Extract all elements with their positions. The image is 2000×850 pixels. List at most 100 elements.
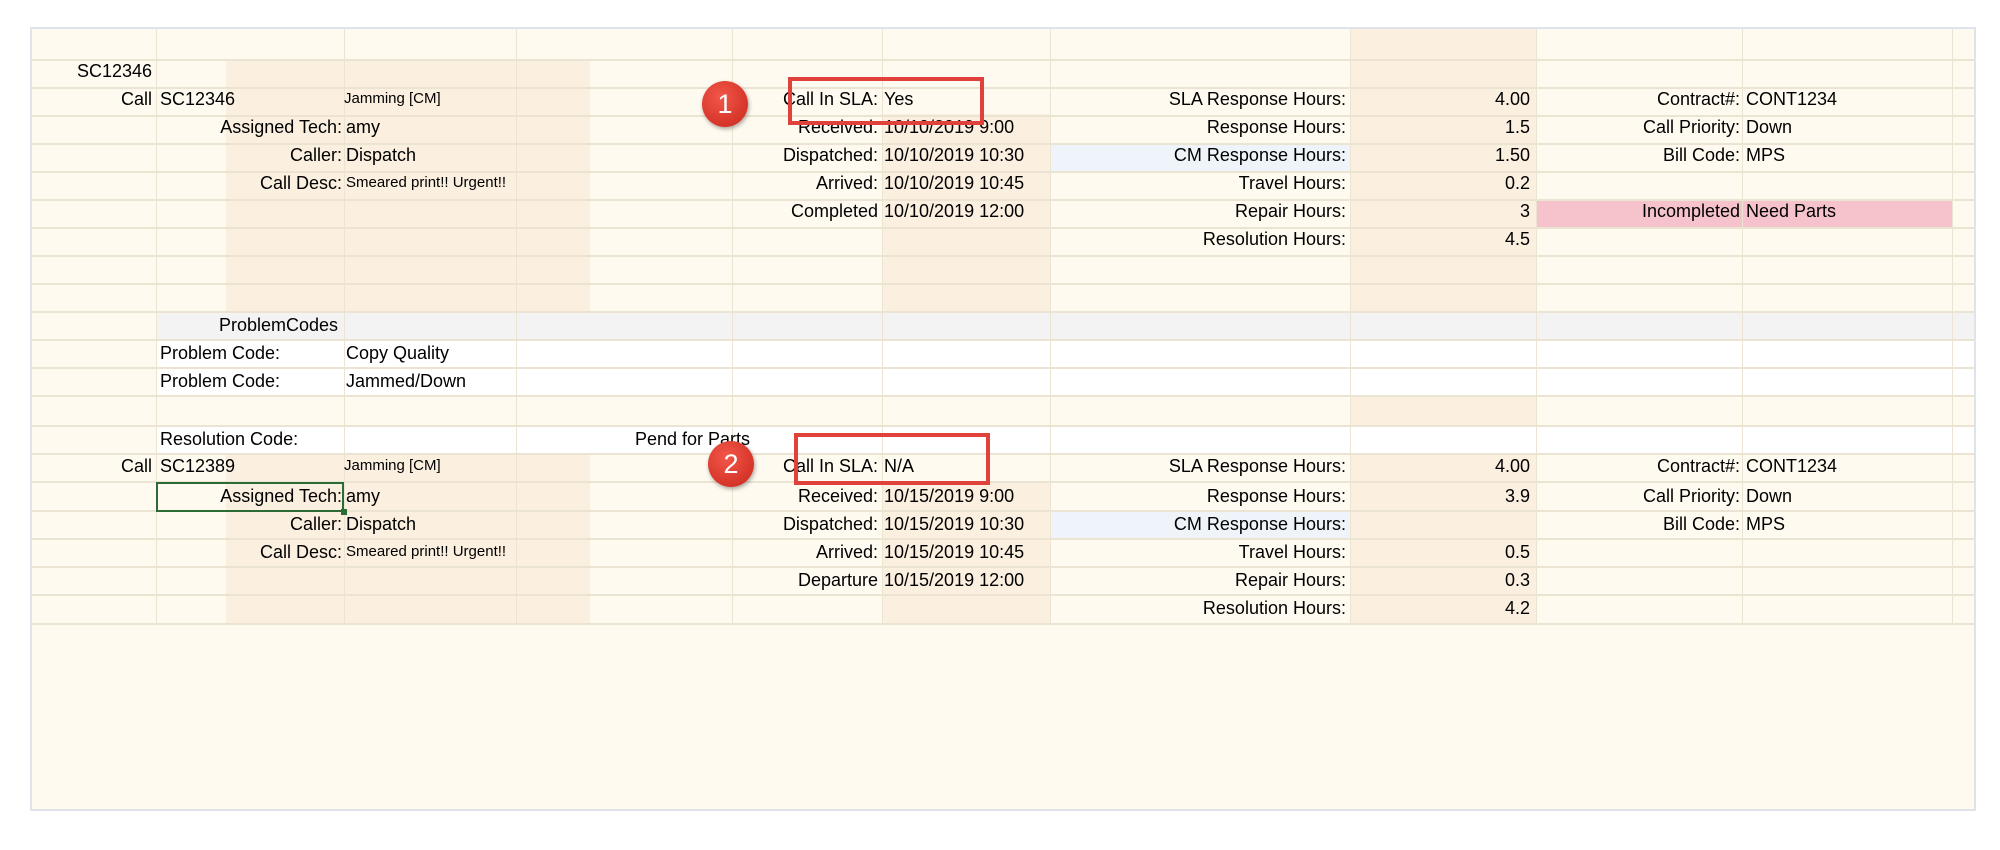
contract-value[interactable]: CONT1234 xyxy=(1746,456,1837,476)
call-priority-label: Call Priority: xyxy=(1642,117,1740,137)
status-label: Incompleted xyxy=(1641,201,1740,221)
sla-response-hours-value[interactable]: 4.00 xyxy=(1350,89,1530,109)
row-line xyxy=(32,227,1974,229)
sla-response-hours-label: SLA Response Hours: xyxy=(1168,456,1346,476)
row-line xyxy=(32,425,1974,427)
row-line xyxy=(32,367,1974,369)
column-line xyxy=(1742,29,1743,623)
call-desc-label: Call Desc: xyxy=(259,542,342,562)
travel-hours-label: Travel Hours: xyxy=(1238,173,1346,193)
status-value[interactable]: Need Parts xyxy=(1746,201,1836,221)
departure-value[interactable]: 10/15/2019 12:00 xyxy=(884,570,1024,590)
cm-response-hours-label: CM Response Hours: xyxy=(1173,514,1346,534)
problem-type[interactable]: Jamming [CM] xyxy=(344,456,441,476)
bill-code-value[interactable]: MPS xyxy=(1746,145,1785,165)
problem-code-value[interactable]: Jammed/Down xyxy=(346,371,466,391)
assigned-tech-label: Assigned Tech: xyxy=(220,117,342,137)
row-line xyxy=(32,339,1974,341)
shade-band-i xyxy=(1350,29,1536,311)
received-value[interactable]: 10/15/2019 9:00 xyxy=(884,486,1014,506)
problem-type[interactable]: Jamming [CM] xyxy=(344,89,441,109)
call-desc-value[interactable]: Smeared print!! Urgent!! xyxy=(346,542,506,562)
dispatched-label: Dispatched: xyxy=(782,145,878,165)
contract-label: Contract#: xyxy=(1656,456,1740,476)
resolution-code-label: Resolution Code: xyxy=(160,429,299,449)
caller-label: Caller: xyxy=(289,514,342,534)
resolution-hours-value[interactable]: 4.2 xyxy=(1350,598,1530,618)
call-priority-value[interactable]: Down xyxy=(1746,486,1792,506)
step-marker-2: 2 xyxy=(708,441,754,487)
problem-codes-header: ProblemCodes xyxy=(218,315,338,335)
problem-codes-header-band xyxy=(156,311,1974,339)
contract-label: Contract#: xyxy=(1656,89,1740,109)
caller-value[interactable]: Dispatch xyxy=(346,145,416,165)
group-id: SC12346 xyxy=(76,61,152,81)
call-row-label: Call xyxy=(120,456,152,476)
row-line xyxy=(32,311,1974,313)
problem-code-label: Problem Code: xyxy=(160,343,281,363)
response-hours-label: Response Hours: xyxy=(1206,486,1346,506)
row-line xyxy=(32,538,1974,540)
row-line xyxy=(32,395,1974,397)
cm-response-hours-label: CM Response Hours: xyxy=(1173,145,1346,165)
arrived-value[interactable]: 10/15/2019 10:45 xyxy=(884,542,1024,562)
departure-label: Departure xyxy=(797,570,878,590)
travel-hours-label: Travel Hours: xyxy=(1238,542,1346,562)
call-desc-label: Call Desc: xyxy=(259,173,342,193)
arrived-label: Arrived: xyxy=(815,542,878,562)
column-line xyxy=(344,29,345,623)
bill-code-value[interactable]: MPS xyxy=(1746,514,1785,534)
contract-value[interactable]: CONT1234 xyxy=(1746,89,1837,109)
resolution-hours-label: Resolution Hours: xyxy=(1202,598,1346,618)
arrived-value[interactable]: 10/10/2019 10:45 xyxy=(884,173,1024,193)
repair-hours-value[interactable]: 3 xyxy=(1350,201,1530,221)
travel-hours-value[interactable]: 0.2 xyxy=(1350,173,1530,193)
response-hours-value[interactable]: 3.9 xyxy=(1350,486,1530,506)
travel-hours-value[interactable]: 0.5 xyxy=(1350,542,1530,562)
caller-label: Caller: xyxy=(289,145,342,165)
repair-hours-label: Repair Hours: xyxy=(1234,201,1346,221)
step-marker-1: 1 xyxy=(702,81,748,127)
response-hours-value[interactable]: 1.5 xyxy=(1350,117,1530,137)
bill-code-label: Bill Code: xyxy=(1662,514,1740,534)
resolution-hours-label: Resolution Hours: xyxy=(1202,229,1346,249)
response-hours-label: Response Hours: xyxy=(1206,117,1346,137)
row-line xyxy=(32,255,1974,257)
problem-code-value[interactable]: Copy Quality xyxy=(346,343,449,363)
dispatched-value[interactable]: 10/10/2019 10:30 xyxy=(884,145,1024,165)
row-line xyxy=(32,566,1974,568)
resolution-hours-value[interactable]: 4.5 xyxy=(1350,229,1530,249)
assigned-tech-label: Assigned Tech: xyxy=(220,486,342,506)
row-line xyxy=(32,594,1974,596)
caller-value[interactable]: Dispatch xyxy=(346,514,416,534)
received-label: Received: xyxy=(797,486,878,506)
dispatched-value[interactable]: 10/15/2019 10:30 xyxy=(884,514,1024,534)
sla-response-hours-label: SLA Response Hours: xyxy=(1168,89,1346,109)
row-line xyxy=(32,623,1974,625)
bill-code-label: Bill Code: xyxy=(1662,145,1740,165)
repair-hours-label: Repair Hours: xyxy=(1234,570,1346,590)
row-line xyxy=(32,453,1974,455)
assigned-tech-value[interactable]: amy xyxy=(346,117,380,137)
assigned-tech-value[interactable]: amy xyxy=(346,486,380,506)
arrived-label: Arrived: xyxy=(815,173,878,193)
resolution-code-value[interactable]: Pend for Parts xyxy=(346,429,750,449)
call-priority-value[interactable]: Down xyxy=(1746,117,1792,137)
row-line xyxy=(32,283,1974,285)
sla-response-hours-value[interactable]: 4.00 xyxy=(1350,456,1530,476)
call-number[interactable]: SC12346 xyxy=(160,89,235,109)
callout-box-1 xyxy=(788,77,984,125)
cm-response-hours-value[interactable]: 1.50 xyxy=(1350,145,1530,165)
repair-hours-value[interactable]: 0.3 xyxy=(1350,570,1530,590)
completed-value[interactable]: 10/10/2019 12:00 xyxy=(884,201,1024,221)
completed-label: Completed xyxy=(790,201,878,221)
call-row-label: Call xyxy=(120,89,152,109)
spreadsheet-sheet: SC12346 Call SC12346 Jamming [CM] Assign… xyxy=(30,27,1976,811)
call-number[interactable]: SC12389 xyxy=(160,456,235,476)
sheet-grid: SC12346 Call SC12346 Jamming [CM] Assign… xyxy=(32,29,1974,809)
call-desc-value[interactable]: Smeared print!! Urgent!! xyxy=(346,173,506,193)
column-line xyxy=(1952,29,1953,623)
dispatched-label: Dispatched: xyxy=(782,514,878,534)
row-line xyxy=(32,59,1974,61)
problem-code-label: Problem Code: xyxy=(160,371,281,391)
